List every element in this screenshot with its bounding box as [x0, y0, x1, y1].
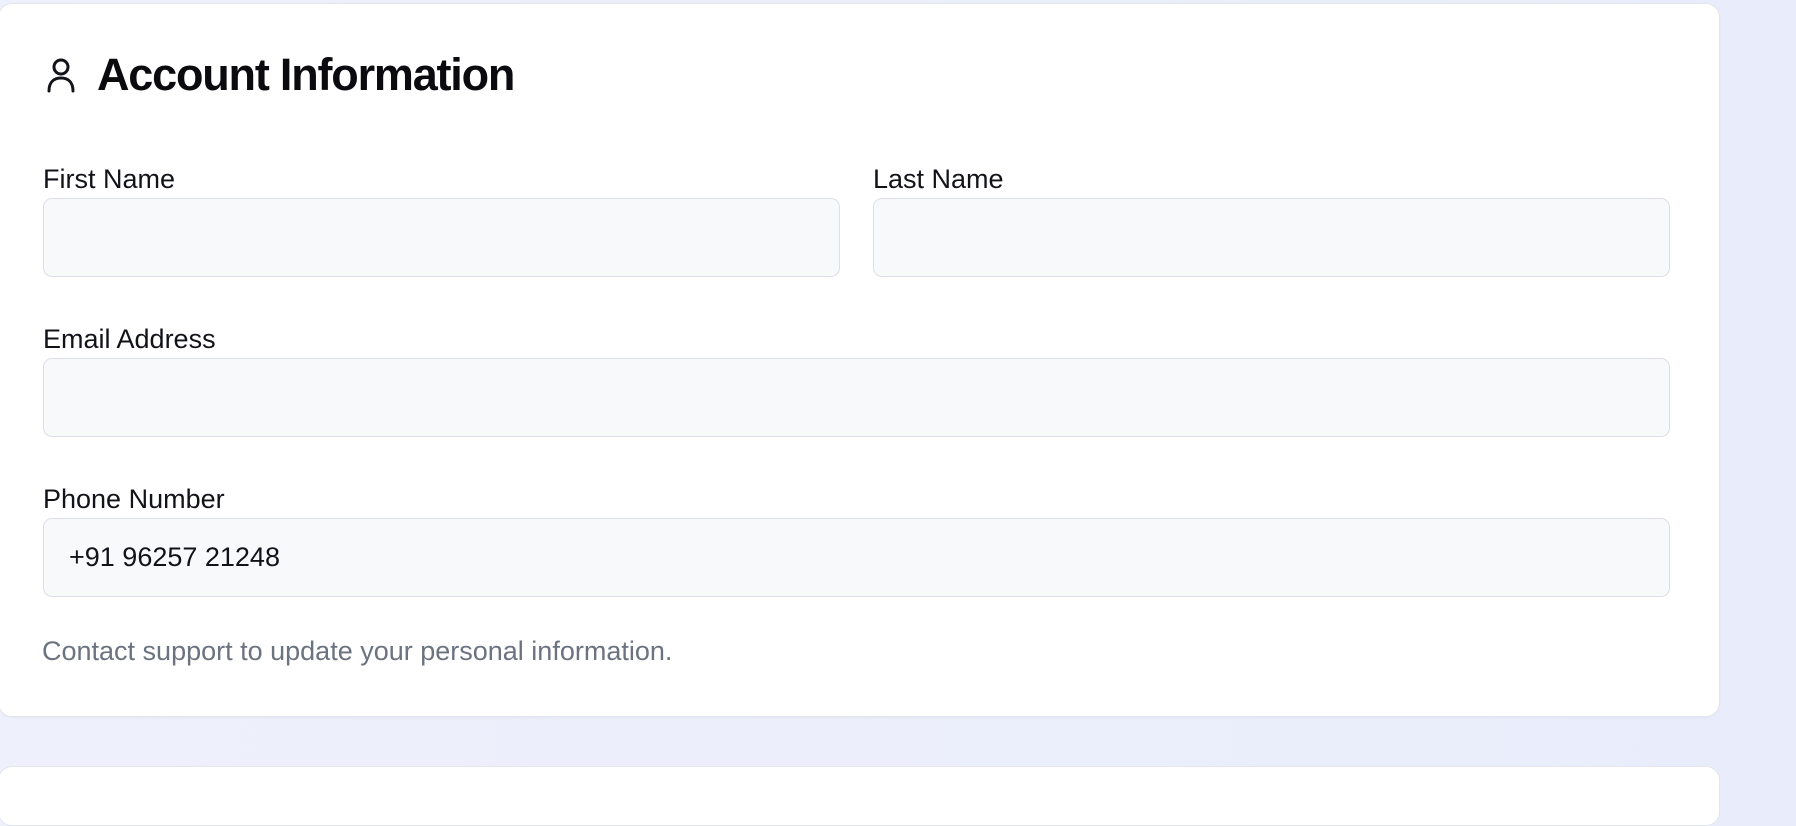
next-card: [0, 766, 1720, 826]
account-information-card: Account Information First Name Last Name…: [0, 3, 1720, 717]
user-icon: [43, 54, 79, 96]
card-title: Account Information: [97, 49, 515, 100]
email-address-label: Email Address: [43, 324, 216, 354]
help-text: Contact support to update your personal …: [42, 636, 673, 666]
phone-number-field[interactable]: +91 96257 21248: [43, 518, 1670, 597]
card-header: Account Information: [43, 49, 515, 100]
first-name-field[interactable]: [43, 198, 840, 277]
last-name-field[interactable]: [873, 198, 1670, 277]
email-field[interactable]: [43, 358, 1670, 437]
last-name-label: Last Name: [873, 164, 1004, 194]
phone-number-label: Phone Number: [43, 484, 225, 514]
first-name-label: First Name: [43, 164, 176, 194]
